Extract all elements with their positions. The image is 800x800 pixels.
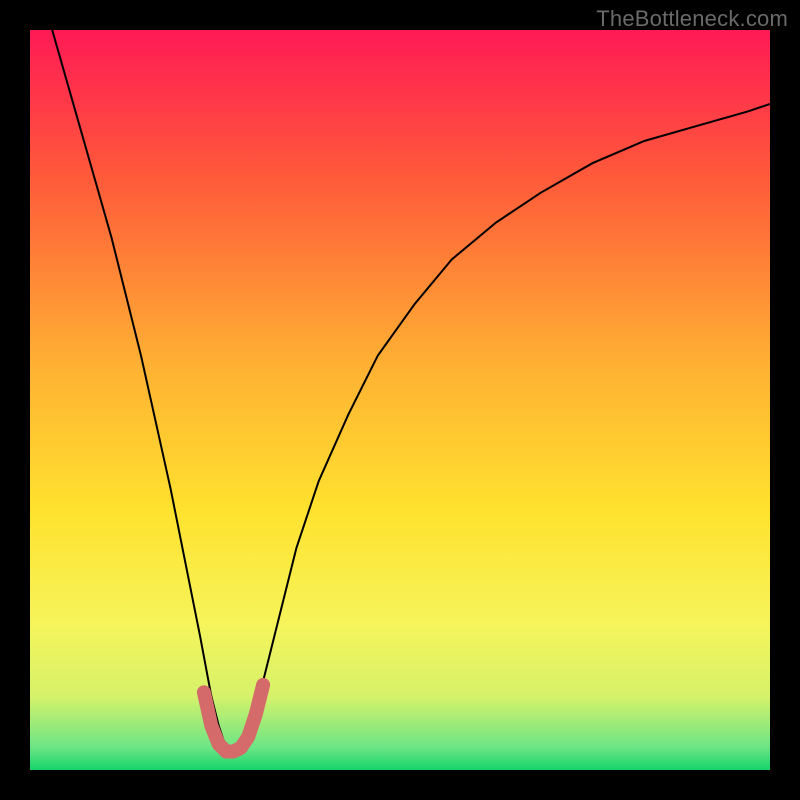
gradient-background <box>30 30 770 770</box>
chart-frame: TheBottleneck.com <box>0 0 800 800</box>
plot-area <box>30 30 770 770</box>
chart-svg <box>30 30 770 770</box>
watermark-text: TheBottleneck.com <box>596 6 788 32</box>
